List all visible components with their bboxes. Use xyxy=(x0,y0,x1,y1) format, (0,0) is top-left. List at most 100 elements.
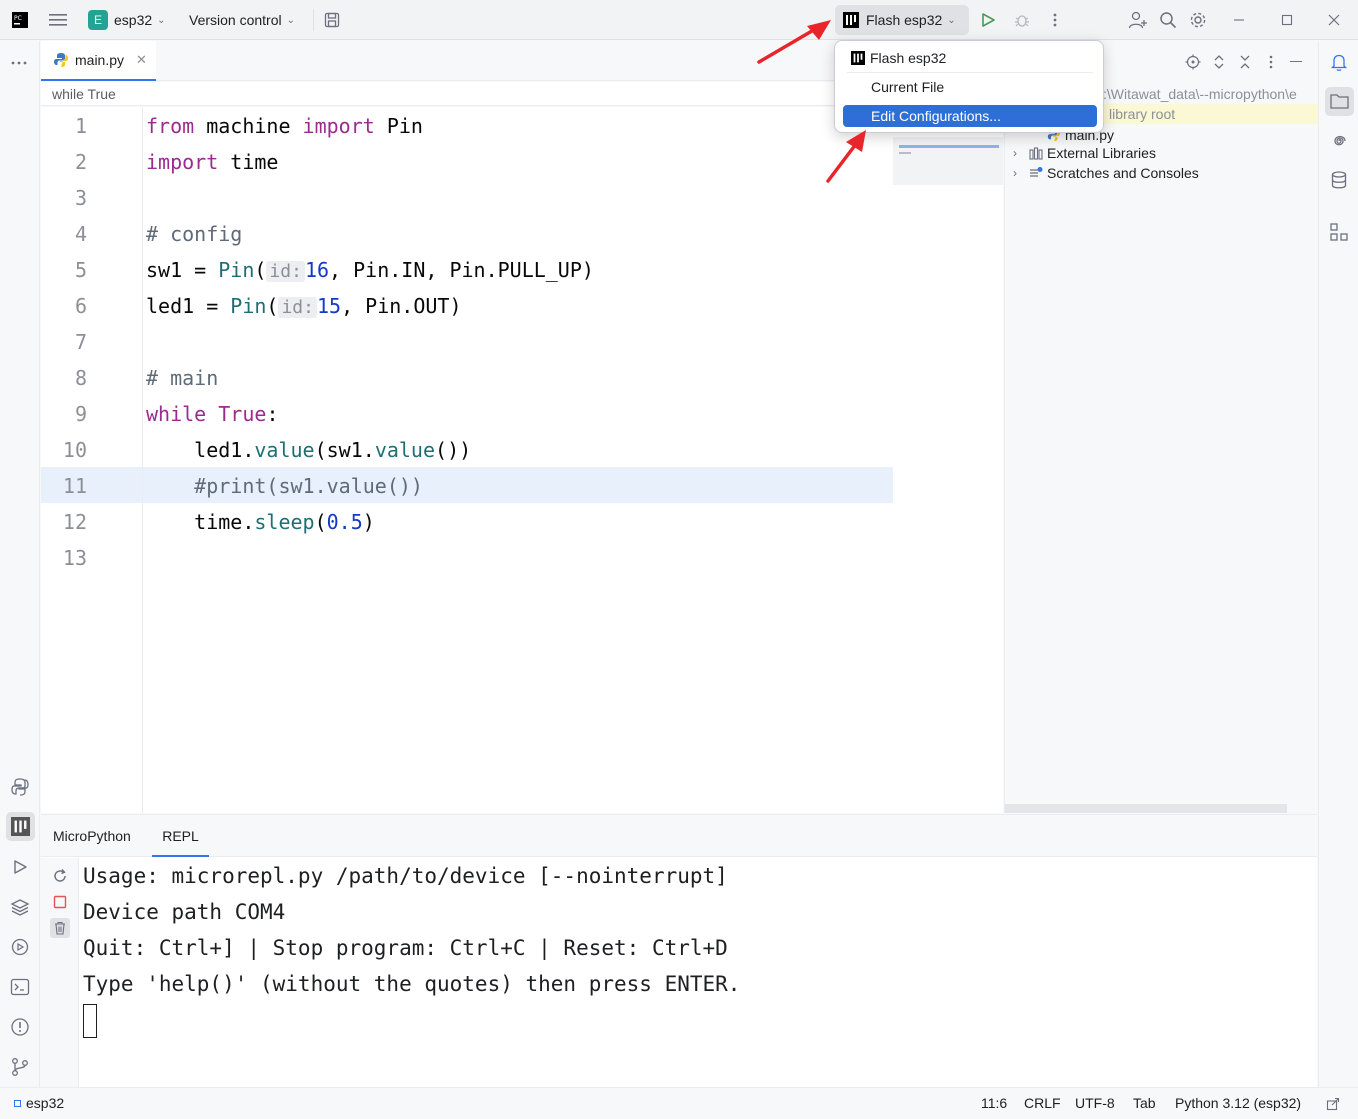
code-with-me-button[interactable] xyxy=(1128,0,1148,40)
settings-button[interactable] xyxy=(1189,0,1207,40)
run-button[interactable] xyxy=(980,0,996,40)
code-line: led1.value(sw1.value()) xyxy=(146,432,471,468)
hamburger-icon xyxy=(49,14,67,26)
tree-item-label: External Libraries xyxy=(1047,145,1156,161)
problems-button[interactable] xyxy=(10,1017,30,1040)
rerun-button[interactable] xyxy=(52,868,68,887)
tab-repl[interactable]: REPL xyxy=(152,815,209,857)
file-encoding[interactable]: UTF-8 xyxy=(1075,1088,1115,1119)
project-badge: E xyxy=(88,10,108,30)
search-icon xyxy=(1160,12,1177,29)
line-number: 3 xyxy=(74,186,87,210)
indent-setting[interactable]: Tab xyxy=(1133,1088,1156,1119)
micropython-icon xyxy=(843,12,859,28)
close-tab-icon[interactable]: ✕ xyxy=(136,52,147,68)
ai-assistant-button[interactable] xyxy=(1329,131,1349,154)
more-tools-button[interactable] xyxy=(10,53,28,69)
horizontal-scrollbar[interactable] xyxy=(1005,804,1287,813)
play-icon xyxy=(14,860,27,874)
clear-all-button[interactable] xyxy=(50,918,70,938)
popup-item-edit-configurations[interactable]: Edit Configurations... xyxy=(843,105,1097,127)
code-token: ()) xyxy=(435,438,472,462)
class-token: Pin xyxy=(230,294,267,318)
line-number: 13 xyxy=(62,546,87,570)
tree-item-scratches[interactable]: › Scratches and Consoles xyxy=(1013,163,1199,183)
status-bar: esp32 11:6 CRLF UTF-8 Tab Python 3.12 (e… xyxy=(0,1087,1358,1118)
notifications-button[interactable] xyxy=(1329,52,1349,75)
line-separator[interactable]: CRLF xyxy=(1024,1088,1061,1119)
add-user-icon xyxy=(1128,11,1147,29)
tab-main-py[interactable]: main.py ✕ xyxy=(41,41,156,81)
number-token: 15 xyxy=(316,294,342,318)
collapse-all-button[interactable] xyxy=(1238,54,1252,73)
line-number: 11 xyxy=(62,474,87,498)
services-button[interactable] xyxy=(10,937,30,960)
git-button[interactable] xyxy=(10,1057,30,1080)
repl-output-line: Device path COM4 xyxy=(83,900,286,924)
code-token: ( xyxy=(254,258,267,282)
run-config-selector[interactable]: Flash esp32 ⌄ xyxy=(835,5,969,35)
pycharm-logo[interactable]: PC xyxy=(12,0,28,40)
structure-button[interactable] xyxy=(1329,222,1349,245)
vcs-widget[interactable]: Version control ⌄ xyxy=(189,0,295,40)
debug-button[interactable] xyxy=(1013,0,1031,40)
keyword-token: import xyxy=(302,114,375,138)
line-number: 12 xyxy=(62,510,87,534)
micropython-icon xyxy=(11,817,30,836)
popup-item-current-file[interactable]: Current File xyxy=(843,76,1097,98)
annotation-arrow-icon xyxy=(757,20,831,64)
popup-item-flash-esp32[interactable]: Flash esp32 xyxy=(843,47,1097,69)
code-token: (sw1. xyxy=(314,438,375,462)
breadcrumb-item[interactable]: while True xyxy=(52,86,116,102)
number-token: 16 xyxy=(304,258,330,282)
main-menu-button[interactable] xyxy=(49,0,67,40)
scratches-icon xyxy=(1030,167,1043,177)
chevron-right-icon[interactable]: › xyxy=(1013,163,1029,183)
structure-icon xyxy=(1330,223,1348,241)
hide-panel-icon[interactable] xyxy=(1290,61,1302,62)
lock-status[interactable] xyxy=(1326,1088,1340,1119)
layers-icon xyxy=(10,899,30,916)
tree-item-external-libraries[interactable]: › External Libraries xyxy=(1013,143,1156,163)
database-icon xyxy=(1331,171,1347,189)
python-packages-button[interactable] xyxy=(10,897,30,920)
terminal-button[interactable] xyxy=(10,978,30,999)
micropython-tool-button[interactable] xyxy=(6,812,35,841)
minimize-button[interactable] xyxy=(1233,0,1245,40)
save-all-button[interactable] xyxy=(324,0,340,40)
refresh-icon xyxy=(54,869,66,882)
repl-output-line: Type 'help()' (without the quotes) then … xyxy=(83,972,741,996)
tool-window-title: MicroPython xyxy=(53,828,131,844)
code-token: , Pin.IN, Pin.PULL_UP) xyxy=(329,258,594,282)
code-editor[interactable]: 1 2 3 4 5 6 7 8 9 10 11 12 13 from machi… xyxy=(41,107,1003,813)
search-everywhere-button[interactable] xyxy=(1159,0,1177,40)
database-button[interactable] xyxy=(1329,170,1349,193)
minimap[interactable] xyxy=(893,137,1003,185)
chevron-right-icon[interactable]: › xyxy=(1013,143,1029,163)
options-button[interactable] xyxy=(1268,54,1274,73)
expand-all-button[interactable] xyxy=(1212,54,1226,73)
title-bar: PC E esp32 ⌄ Version control ⌄ Flash esp… xyxy=(0,0,1358,40)
repl-cursor[interactable] xyxy=(83,1004,97,1038)
project-status-widget[interactable]: esp32 xyxy=(14,1088,64,1119)
more-actions-button[interactable] xyxy=(1052,0,1058,40)
caret-position[interactable]: 11:6 xyxy=(981,1088,1007,1119)
close-window-button[interactable] xyxy=(1328,0,1340,40)
python-console-button[interactable] xyxy=(10,777,30,800)
stop-button[interactable] xyxy=(53,895,67,912)
locate-file-button[interactable] xyxy=(1185,54,1201,73)
popup-item-label: Flash esp32 xyxy=(870,50,947,66)
python-icon xyxy=(11,778,29,796)
status-project-name: esp32 xyxy=(26,1095,65,1111)
more-horizontal-icon xyxy=(11,61,27,65)
code-token: , Pin.OUT) xyxy=(341,294,462,318)
code-token: machine xyxy=(194,114,303,138)
project-switcher[interactable]: E esp32 ⌄ xyxy=(88,0,166,40)
left-tool-strip xyxy=(0,41,40,1087)
line-number: 2 xyxy=(74,150,87,174)
maximize-button[interactable] xyxy=(1281,0,1293,40)
line-number: 1 xyxy=(74,114,87,138)
python-interpreter[interactable]: Python 3.12 (esp32) xyxy=(1175,1088,1301,1119)
project-tool-button[interactable] xyxy=(1325,87,1354,116)
run-tool-button[interactable] xyxy=(12,859,28,878)
